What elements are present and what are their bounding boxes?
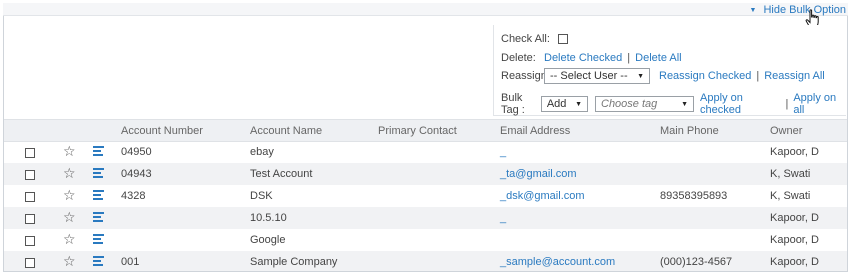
details-lines-icon[interactable] xyxy=(93,168,104,178)
check-all-row: Check All: xyxy=(501,33,568,45)
table-row[interactable]: ☆ 04943 Test Account _ta@gmail.com K, Sw… xyxy=(4,163,847,185)
bulk-tag-label: Bulk Tag : xyxy=(501,92,525,116)
details-lines-icon[interactable] xyxy=(93,234,104,244)
details-lines-icon[interactable] xyxy=(93,256,104,266)
column-primary-contact[interactable]: Primary Contact xyxy=(378,125,457,137)
separator: | xyxy=(785,98,789,110)
star-icon[interactable]: ☆ xyxy=(63,231,76,248)
row-checkbox[interactable] xyxy=(25,214,35,224)
table-row[interactable]: ☆ 4328 DSK _dsk@gmail.com 89358395893 K,… xyxy=(4,185,847,207)
column-owner[interactable]: Owner xyxy=(770,125,802,137)
reassign-label: Reassign: xyxy=(501,70,550,82)
account-name-cell: Test Account xyxy=(250,168,313,180)
owner-cell: Kapoor, D xyxy=(770,212,819,224)
account-number-cell: 4328 xyxy=(121,190,146,202)
hide-bulk-option-link[interactable]: ▼ Hide Bulk Option xyxy=(750,4,846,16)
table-row[interactable]: ☆ Google Kapoor, D xyxy=(4,229,847,251)
account-number-cell: 001 xyxy=(121,256,140,268)
row-checkbox[interactable] xyxy=(25,192,35,202)
account-name-cell: DSK xyxy=(250,190,273,202)
select-user-value: -- Select User -- xyxy=(550,70,628,82)
reassign-row: Reassign: -- Select User -- ▼ Reassign C… xyxy=(501,68,825,84)
delete-checked-link[interactable]: Delete Checked xyxy=(544,52,622,64)
bulk-options-panel: Check All: Delete: Delete Checked | Dele… xyxy=(493,25,846,116)
column-account-number[interactable]: Account Number xyxy=(121,125,203,137)
delete-all-link[interactable]: Delete All xyxy=(635,52,681,64)
details-lines-icon[interactable] xyxy=(93,212,104,222)
row-checkbox[interactable] xyxy=(25,148,35,158)
check-all-checkbox[interactable] xyxy=(557,34,568,44)
table-row[interactable]: ☆ 10.5.10 _ Kapoor, D xyxy=(4,207,847,229)
column-email-address[interactable]: Email Address xyxy=(500,125,570,137)
details-lines-icon[interactable] xyxy=(93,190,104,200)
phone-cell: 89358395893 xyxy=(660,190,728,202)
chevron-down-icon: ▼ xyxy=(575,100,582,108)
email-link[interactable]: _dsk@gmail.com xyxy=(500,190,585,202)
star-icon[interactable]: ☆ xyxy=(63,143,76,160)
star-icon[interactable]: ☆ xyxy=(63,253,76,270)
bulk-tag-row: Bulk Tag : Add ▼ Choose tag ▼ Apply on c… xyxy=(501,92,846,116)
row-checkbox[interactable] xyxy=(25,258,35,268)
owner-cell: Kapoor, D xyxy=(770,256,819,268)
apply-on-all-link[interactable]: Apply on all xyxy=(793,92,846,116)
star-icon[interactable]: ☆ xyxy=(63,165,76,182)
caret-down-icon: ▼ xyxy=(749,6,757,14)
owner-cell: Kapoor, D xyxy=(770,146,819,158)
chevron-down-icon: ▼ xyxy=(637,72,644,80)
top-bar xyxy=(3,3,848,16)
delete-label: Delete: xyxy=(501,52,536,64)
column-account-name[interactable]: Account Name xyxy=(250,125,322,137)
account-name-cell: ebay xyxy=(250,146,274,158)
star-icon[interactable]: ☆ xyxy=(63,187,76,204)
chevron-down-icon: ▼ xyxy=(681,100,689,108)
owner-cell: Kapoor, D xyxy=(770,234,819,246)
row-checkbox[interactable] xyxy=(25,170,35,180)
apply-on-checked-link[interactable]: Apply on checked xyxy=(700,92,780,116)
email-link[interactable]: _ xyxy=(500,146,506,158)
separator: | xyxy=(627,52,631,64)
table-row[interactable]: ☆ 04950 ebay _ Kapoor, D xyxy=(4,141,847,163)
details-lines-icon[interactable] xyxy=(93,146,104,156)
table-header: Account Number Account Name Primary Cont… xyxy=(4,119,847,142)
choose-tag-placeholder: Choose tag xyxy=(601,98,658,110)
account-name-cell: Sample Company xyxy=(250,256,338,268)
separator: | xyxy=(756,70,760,82)
check-all-label: Check All: xyxy=(501,33,550,45)
email-link[interactable]: _ xyxy=(500,212,506,224)
account-number-cell: 04950 xyxy=(121,146,152,158)
tag-action-dropdown[interactable]: Add ▼ xyxy=(540,96,588,112)
email-link[interactable]: _ta@gmail.com xyxy=(500,168,577,180)
phone-cell: (000)123-4567 xyxy=(660,256,733,268)
owner-cell: K, Swati xyxy=(770,190,811,202)
email-link[interactable]: _sample@account.com xyxy=(500,256,615,268)
star-icon[interactable]: ☆ xyxy=(63,209,76,226)
account-name-cell: Google xyxy=(250,234,286,246)
row-checkbox[interactable] xyxy=(25,236,35,246)
delete-row: Delete: Delete Checked | Delete All xyxy=(501,52,682,64)
column-main-phone[interactable]: Main Phone xyxy=(660,125,719,137)
account-number-cell: 04943 xyxy=(121,168,152,180)
reassign-checked-link[interactable]: Reassign Checked xyxy=(659,70,751,82)
table-row[interactable]: ☆ 001 Sample Company _sample@account.com… xyxy=(4,251,847,271)
owner-cell: K, Swati xyxy=(770,168,811,180)
tag-action-value: Add xyxy=(546,98,567,110)
choose-tag-dropdown[interactable]: Choose tag ▼ xyxy=(595,96,695,112)
reassign-all-link[interactable]: Reassign All xyxy=(764,70,825,82)
account-name-cell: 10.5.10 xyxy=(250,212,287,224)
select-user-dropdown[interactable]: -- Select User -- ▼ xyxy=(544,68,650,84)
